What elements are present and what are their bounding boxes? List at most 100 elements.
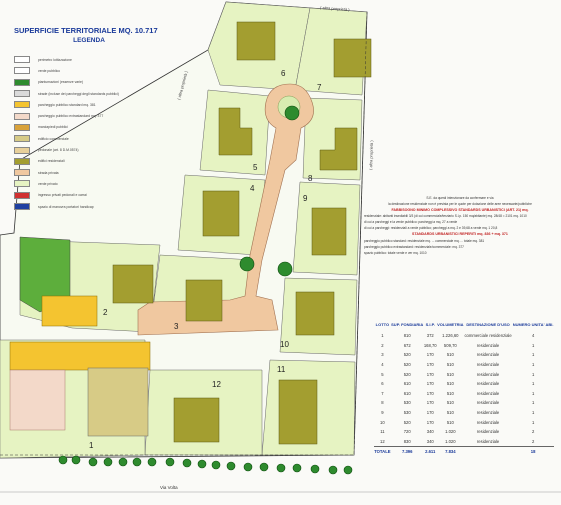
- table-cell: [463, 446, 513, 457]
- lot-label: 4: [250, 184, 255, 193]
- building-lot-4: [202, 190, 240, 237]
- legend-label: strada privata: [38, 170, 59, 175]
- table-cell: residenziale: [476, 362, 500, 368]
- note: residenziale: abitanti insediabili 3/3 (…: [364, 214, 527, 219]
- table-cell: 1: [531, 371, 535, 377]
- table-cell: 1.020: [445, 429, 456, 435]
- legend-label: spazio di manovra portatori handicap: [38, 204, 94, 209]
- table-cell: 2: [531, 438, 535, 444]
- tree-icon: [103, 457, 113, 467]
- table-cell: 510: [446, 419, 454, 425]
- table-cell: 520: [403, 419, 411, 425]
- table-cell: 170: [426, 400, 434, 406]
- legend-label: verde privato: [38, 181, 58, 186]
- tree-icon: [165, 457, 175, 467]
- column-header: DESTINAZIONE D'USO: [466, 321, 510, 327]
- note: di cui a parcheggi e la verde pubblico: …: [364, 220, 458, 225]
- table-cell: 1: [531, 390, 535, 396]
- legend-swatch: [14, 123, 30, 131]
- legend-item: edifici residenziali: [14, 156, 164, 167]
- table-cell: 170: [426, 352, 434, 358]
- tree-icon: [118, 457, 128, 467]
- legend-item: parcheggio pubblico extrastandard mq. 37…: [14, 110, 164, 121]
- legend-item: verde privato: [14, 178, 164, 189]
- table-cell: 170: [426, 371, 434, 377]
- table-cell: 340: [426, 438, 434, 444]
- table-cell: 530: [403, 410, 411, 416]
- lot-label: 2: [103, 308, 108, 317]
- legend-item: edificio commerciale: [14, 133, 164, 144]
- lot-label: 12: [212, 380, 221, 389]
- legend-swatch: [14, 169, 30, 177]
- table-row: 3 520 170 510 residenziale 1: [374, 350, 554, 360]
- column-header: LOTTO: [375, 321, 390, 327]
- legend-item: piantumazioni (essenze varie): [14, 77, 164, 88]
- legend-swatch: [14, 90, 30, 98]
- legend-swatch: [14, 56, 30, 64]
- tree-icon: [58, 455, 68, 465]
- table-row: 11 720 340 1.020 residenziale 2: [374, 427, 554, 437]
- table-cell: 520: [403, 371, 411, 377]
- table-cell: 11: [380, 429, 385, 435]
- table-cell: residenziale: [476, 400, 500, 406]
- table-cell: 610: [403, 390, 411, 396]
- table-cell: 510: [446, 381, 454, 387]
- parking-extra: [9, 369, 66, 431]
- legend-item: spazio di manovra portatori handicap: [14, 201, 164, 212]
- tree-icon: [276, 463, 286, 473]
- building-lot-3: [185, 279, 223, 322]
- note-heading: FABBISOGNO MINIMO COMPLESSIVO STANDARDS …: [391, 208, 529, 212]
- legend-label: pedonale (art. 8 D.M.0574): [38, 148, 79, 153]
- legend-swatch: [14, 146, 30, 154]
- legend-swatch: [14, 112, 30, 120]
- lot-label: 3: [174, 322, 179, 331]
- tree-icon: [277, 261, 293, 277]
- legend-item: marciapiedi pubblici: [14, 122, 164, 133]
- note-heading: STANDARDS URBANISTICI REPERITI mq. 836 +…: [412, 232, 508, 237]
- lot-label: 10: [280, 340, 289, 349]
- legend-item: strade (incluse dei parcheggi degli stan…: [14, 88, 164, 99]
- table-total-row: TOTALE 7.396 2.611 7.834 18: [374, 446, 554, 457]
- table-cell: 530: [403, 400, 411, 406]
- street-label-east: ( altra proprietà ): [368, 140, 374, 170]
- table-cell: 18: [512, 446, 554, 457]
- table-cell: residenziale: [476, 419, 500, 425]
- note: S.E. da questi intenzionare da confermar…: [426, 196, 494, 200]
- table-cell: residenziale: [476, 342, 500, 348]
- table-cell: 1.226,60: [442, 333, 459, 339]
- tree-icon: [132, 457, 142, 467]
- table-cell: 510: [446, 400, 454, 406]
- table-cell: residenziale: [476, 410, 500, 416]
- tree-icon: [243, 462, 253, 472]
- commercial-building: [87, 367, 149, 437]
- tree-icon: [71, 455, 81, 465]
- table-row: 6 610 170 510 residenziale 1: [374, 379, 554, 389]
- legend-swatch: [14, 101, 30, 109]
- table-cell: 1: [531, 381, 535, 387]
- table-cell: 5: [381, 371, 384, 377]
- table-cell: 168,70: [423, 342, 437, 348]
- tree-icon: [310, 464, 320, 474]
- table-row: 2 672 168,70 509,70 residenziale 1: [374, 341, 554, 351]
- note: parcheggio pubblico extrastandard: resid…: [364, 244, 464, 249]
- table-row: 7 610 170 510 residenziale 1: [374, 389, 554, 399]
- tree-icon: [88, 457, 98, 467]
- table-cell: 6: [381, 381, 384, 387]
- tree-icon: [226, 461, 236, 471]
- note: la destinazione residenziale non è previ…: [388, 202, 532, 206]
- legend-swatch: [14, 135, 30, 143]
- table-cell: 170: [426, 390, 434, 396]
- table-cell: 170: [426, 362, 434, 368]
- legend-swatch: [14, 157, 30, 165]
- table-row: 9 530 170 510 residenziale 1: [374, 408, 554, 418]
- legend-swatch: [14, 191, 30, 199]
- legend-item: ingresso privati pedonali e carrai: [14, 190, 164, 201]
- table-cell: 510: [446, 362, 454, 368]
- legend-swatch: [14, 67, 30, 75]
- table-cell: 4: [531, 333, 535, 339]
- tree-icon: [259, 462, 269, 472]
- street-label-south: Via Volta: [160, 485, 178, 490]
- table-cell: 12: [380, 438, 385, 444]
- table-row: 8 530 170 510 residenziale 1: [374, 398, 554, 408]
- table-cell: 720: [403, 429, 411, 435]
